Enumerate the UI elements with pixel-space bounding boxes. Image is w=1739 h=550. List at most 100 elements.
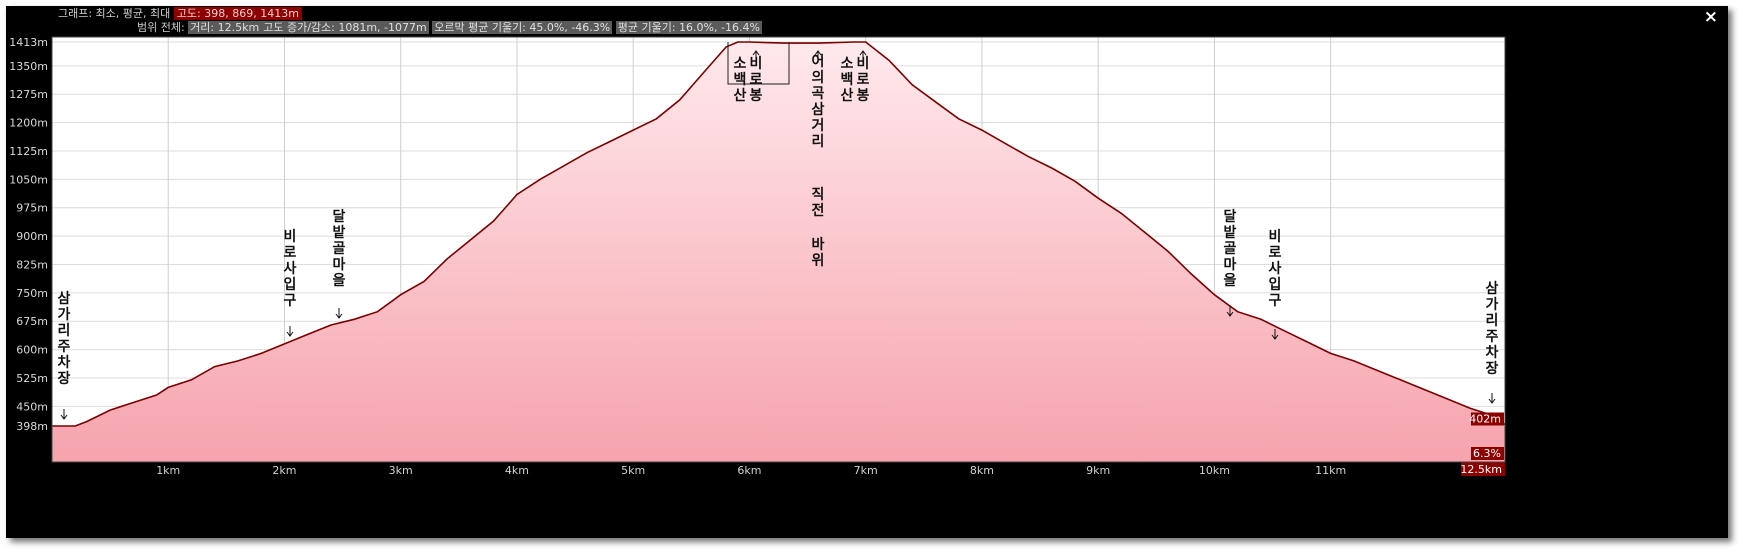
annotation-text: 직전 <box>812 186 825 219</box>
elevation-point <box>446 258 448 260</box>
elevation-point <box>1283 330 1285 332</box>
elevation-point <box>865 41 867 43</box>
elevation-point <box>1423 388 1425 390</box>
annotation-text: 소백산 <box>734 56 747 104</box>
elevation-point <box>86 420 88 423</box>
annotation-text: 비로봉 <box>750 56 763 104</box>
elevation-point <box>679 99 681 101</box>
elevation-point <box>1167 250 1169 252</box>
annotation-text: 삼가리주차장 <box>58 291 71 387</box>
elevation-point <box>469 239 472 241</box>
elevation-point <box>632 129 634 131</box>
elevation-point <box>1051 167 1053 169</box>
elevation-point <box>609 140 611 143</box>
elevation-point <box>156 394 158 396</box>
elevation-point <box>1399 379 1401 381</box>
y-tick-label: 398m <box>16 420 48 433</box>
x-tick-label: 12.5km <box>1460 463 1502 476</box>
elevation-point <box>132 401 134 404</box>
elevation-point <box>1446 398 1448 400</box>
annotation-label: 소백산 <box>841 56 854 104</box>
annotation-label: 어의곡삼거리 <box>812 50 825 150</box>
elevation-point <box>214 366 216 368</box>
elevation-point <box>783 42 785 44</box>
elevation-point <box>1004 142 1006 144</box>
elevation-point <box>109 409 111 411</box>
elevation-point <box>655 118 658 120</box>
y-tick-label: 600m <box>16 344 48 357</box>
elevation-point <box>958 118 960 120</box>
elevation-point <box>981 129 983 131</box>
elevation-point <box>586 152 588 154</box>
end-grade-text: 6.3% <box>1473 447 1501 460</box>
elevation-point <box>283 343 286 345</box>
elevation-point <box>1306 341 1308 343</box>
annotation-text: 비로사입구 <box>284 229 297 309</box>
elevation-point <box>1213 294 1215 296</box>
elevation-point <box>888 59 890 61</box>
elevation-point <box>400 294 402 296</box>
elevation-point <box>562 165 565 167</box>
elevation-point <box>748 41 751 43</box>
x-tick-label: 8km <box>970 464 994 477</box>
annotation-text: 어의곡삼거리 <box>812 53 825 150</box>
elevation-point <box>702 72 704 75</box>
elevation-point <box>1027 156 1030 158</box>
x-tick-label: 11km <box>1315 464 1346 477</box>
elevation-point <box>1097 197 1099 199</box>
annotation-text: 소백산 <box>841 56 854 104</box>
annotation-label: 바위 <box>812 237 825 269</box>
elevation-point <box>307 333 309 336</box>
elevation-point <box>190 379 193 381</box>
elevation-point <box>1190 273 1192 275</box>
annotation-text: 달밭골마을 <box>333 209 346 289</box>
elevation-point <box>74 425 76 427</box>
x-tick-label: 6km <box>737 464 761 477</box>
y-tick-label: 1200m <box>9 117 48 130</box>
annotation-text: 삼가리주차장 <box>1486 281 1499 377</box>
elevation-point <box>260 352 262 354</box>
x-tick-label: 2km <box>272 464 296 477</box>
x-tick-label: 5km <box>621 464 645 477</box>
end-elevation-text: 402m <box>1469 412 1501 425</box>
y-tick-label: 450m <box>16 400 48 413</box>
annotation-label: 소백산 <box>734 56 747 104</box>
elevation-point <box>493 220 495 222</box>
y-tick-label: 825m <box>16 258 48 271</box>
y-tick-label: 1350m <box>9 60 48 73</box>
annotation-text: 비로봉 <box>857 56 870 104</box>
elevation-point <box>1353 360 1355 362</box>
annotation-label: 비로봉 <box>750 50 763 104</box>
elevation-point <box>353 318 355 320</box>
elevation-profile-window: 그래프: 최소, 평균, 최대 고도: 398, 869, 1413m 범위 전… <box>6 6 1728 538</box>
elevation-chart: 1413m 1350m 1275m 1200m 1125m 1050m 975m 900m 82… <box>9 36 1506 477</box>
x-tick-label: 4km <box>505 464 529 477</box>
elevation-point <box>167 386 169 389</box>
elevation-point <box>818 42 820 44</box>
y-tick-label: 675m <box>16 315 48 328</box>
elevation-point <box>1260 318 1262 320</box>
elevation-point <box>516 193 518 196</box>
elevation-point <box>853 41 855 43</box>
elevation-point <box>1330 352 1332 354</box>
y-tick-label: 975m <box>16 202 48 215</box>
annotation-text: 비로사입구 <box>1269 229 1282 309</box>
annotation-label: 직전 <box>812 186 825 219</box>
y-tick-label: 1413m <box>9 36 48 49</box>
elevation-point <box>1469 407 1471 409</box>
y-tick-label: 900m <box>16 230 48 243</box>
y-tick-label: 1275m <box>9 88 48 101</box>
elevation-point <box>423 280 425 283</box>
elevation-point <box>330 324 332 326</box>
annotation-text: 바위 <box>812 237 825 269</box>
elevation-point <box>539 178 541 180</box>
elevation-point <box>725 46 727 48</box>
elevation-point <box>1144 231 1146 233</box>
x-tick-label: 3km <box>389 464 413 477</box>
y-tick-label: 1125m <box>9 145 48 158</box>
elevation-point <box>237 360 239 362</box>
y-tick-label: 750m <box>16 287 48 300</box>
elevation-point <box>1074 180 1076 182</box>
x-tick-label: 9km <box>1086 464 1110 477</box>
y-tick-label: 1050m <box>9 173 48 186</box>
